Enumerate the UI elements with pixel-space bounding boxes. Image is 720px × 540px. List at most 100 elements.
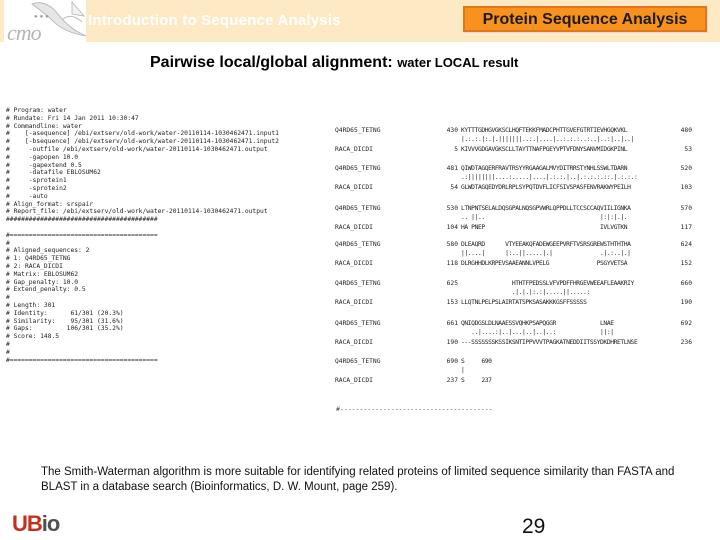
sequence-name: Q4RD65_TETNG bbox=[335, 280, 381, 287]
report-header-line: # 1: Q4RD65_TETNG bbox=[6, 255, 71, 263]
report-header-line: #======================================= bbox=[6, 231, 158, 239]
report-header-line: # -outfile /ebi/extserv/old-work/water-2… bbox=[6, 145, 268, 153]
match-line: .. ||.. |:|:|.|. bbox=[461, 214, 628, 221]
match-line: |.:.:.|:.|.|||||||..:.|....|..:.:.:..:..… bbox=[461, 136, 634, 143]
start-position: 153 bbox=[446, 299, 458, 306]
match-line: ||....| |:..||.....|.| .|.:..|.| bbox=[461, 250, 631, 257]
sequence-name: RACA_DICDI bbox=[335, 224, 373, 231]
report-header-line: # Align_format: srspair bbox=[6, 200, 94, 208]
report-header-line: # Gaps: 106/301 (35.2%) bbox=[6, 325, 124, 333]
sequence-name: RACA_DICDI bbox=[335, 299, 373, 306]
start-position: 104 bbox=[446, 224, 458, 231]
logo-text: cmo bbox=[7, 20, 42, 45]
start-position: 625 bbox=[446, 280, 458, 287]
sequence-name: RACA_DICDI bbox=[335, 184, 373, 191]
report-header: # Program: water # Rundate: Fri 14 Jan 20… bbox=[6, 107, 279, 364]
end-position: 660 bbox=[680, 280, 692, 287]
sequence-name: Q4RD65_TETNG bbox=[335, 320, 381, 327]
start-position: 118 bbox=[446, 260, 458, 267]
start-position: 481 bbox=[446, 165, 458, 172]
match-line: .|.|.|:.:|.....||.....: bbox=[461, 289, 590, 296]
report-header-line: # [-bsequence] /ebi/extserv/old-work/wat… bbox=[6, 138, 279, 146]
report-header-line: # bbox=[6, 340, 10, 348]
start-position: 530 bbox=[446, 205, 458, 212]
start-position: 237 bbox=[446, 377, 458, 384]
report-header-line: # bbox=[6, 239, 10, 247]
report-header-line: # -gapopen 10.0 bbox=[6, 153, 79, 161]
report-header-line: # Rundate: Fri 14 Jan 2011 10:30:47 bbox=[6, 114, 139, 122]
sequence-name: RACA_DICDI bbox=[335, 339, 373, 346]
sequence-segment: LTNPNTSELALDQSGPALNQSGPVWRLQPPDLLTCCSCCA… bbox=[461, 205, 631, 212]
sequence-segment: GLWDTAGQEDYDRLRPLSYPQTDVFLICFSIVSPASFENV… bbox=[461, 184, 631, 191]
report-header-line: # Length: 301 bbox=[6, 301, 56, 309]
start-position: 690 bbox=[446, 358, 458, 365]
report-header-line bbox=[6, 224, 279, 232]
report-header-line: # -auto bbox=[6, 192, 48, 200]
end-position: 692 bbox=[680, 320, 692, 327]
sequence-name: RACA_DICDI bbox=[335, 146, 373, 153]
end-position: 624 bbox=[680, 241, 692, 248]
sequence-segment: QNIQDGSLDLNAAESSVQHKPSAPQGGR LNAE bbox=[461, 320, 614, 327]
match-line: | bbox=[461, 367, 465, 374]
start-position: 54 bbox=[450, 184, 458, 191]
alignment-footer-line: #--------------------------------------- bbox=[336, 405, 493, 413]
report-header-line: # Identity: 61/301 (20.3%) bbox=[6, 309, 124, 317]
report-header-line: # Aligned_sequences: 2 bbox=[6, 247, 90, 255]
match-line: .:||||||||....:.....|....|.:.:.|..|.:.:.… bbox=[461, 174, 638, 181]
sequence-name: Q4RD65_TETNG bbox=[335, 241, 381, 248]
sequence-name: RACA_DICDI bbox=[335, 260, 373, 267]
sequence-name: Q4RD65_TETNG bbox=[335, 205, 381, 212]
sequence-segment: HA PNEP IVLVGTKN bbox=[461, 224, 628, 231]
report-header-line: # 2: RACA_DICDI bbox=[6, 262, 63, 270]
end-position: 152 bbox=[680, 260, 692, 267]
report-header-line: # Commandline: water bbox=[6, 122, 82, 130]
sequence-segment: QIWDTAGQERFRAVTRSYYRGAAGALMVYDITRRSTYNHL… bbox=[461, 165, 628, 172]
sequence-name: Q4RD65_TETNG bbox=[335, 127, 381, 134]
end-position: 190 bbox=[680, 299, 692, 306]
sequence-segment: HTHTFPEDSSLVFVPDFFHRGEVWEEAFLEAAKRIY bbox=[461, 280, 634, 287]
report-header-line: # -datafile EBLOSUM62 bbox=[6, 169, 101, 177]
report-header-line: ######################################## bbox=[6, 216, 158, 224]
sequence-segment: S 237 bbox=[461, 377, 492, 384]
report-header-line: # -gapextend 0.5 bbox=[6, 161, 82, 169]
report-header-line: #======================================= bbox=[6, 356, 158, 364]
caption-text: The Smith-Waterman algorithm is more sui… bbox=[41, 466, 675, 493]
sequence-name: Q4RD65_TETNG bbox=[335, 358, 381, 365]
ubio-logo-io: io bbox=[41, 511, 61, 536]
report-header-line: # Extend_penalty: 0.5 bbox=[6, 286, 86, 294]
end-position: 520 bbox=[680, 165, 692, 172]
end-position: 480 bbox=[680, 127, 692, 134]
report-header-line: # Report_file: /ebi/extserv/old-work/wat… bbox=[6, 208, 268, 216]
report-header-line: # -sprotein1 bbox=[6, 177, 67, 185]
start-position: 661 bbox=[446, 320, 458, 327]
start-position: 190 bbox=[446, 339, 458, 346]
start-position: 5 bbox=[454, 146, 458, 153]
report-header-line: # bbox=[6, 348, 10, 356]
sequence-segment: DLRGHHDLKRPEVSAAEANNLVPELG PSGYVETSA bbox=[461, 260, 628, 267]
report-header-line: # Gap_penalty: 10.0 bbox=[6, 278, 79, 286]
end-position: 570 bbox=[680, 205, 692, 212]
report-header-line: # -sprotein2 bbox=[6, 184, 67, 192]
start-position: 430 bbox=[446, 127, 458, 134]
start-position: 580 bbox=[446, 241, 458, 248]
report-header-line: # Score: 148.5 bbox=[6, 333, 60, 341]
cmo-logo: ●●● cmo bbox=[4, 0, 87, 45]
report-header-line: # Similarity: 95/301 (31.6%) bbox=[6, 317, 124, 325]
page-number: 29 bbox=[522, 515, 546, 538]
end-position: 236 bbox=[680, 339, 692, 346]
sequence-segment: KYTTTGDHGVGKSCLHQFTEKKFMADCPHTTGVEFGTRTI… bbox=[461, 127, 628, 134]
sequence-segment: S 690 bbox=[461, 358, 492, 365]
sequence-segment: LLQTNLPELPSLAIRTATSPKSASAKKKGSFFSSSSS bbox=[461, 299, 587, 306]
report-header-line: # [-asequence] /ebi/extserv/old-work/wat… bbox=[6, 130, 279, 138]
sequence-name: Q4RD65_TETNG bbox=[335, 165, 381, 172]
end-position: 117 bbox=[680, 224, 692, 231]
sequence-name: RACA_DICDI bbox=[335, 377, 373, 384]
report-header-line: # bbox=[6, 294, 10, 302]
report-header-line: # Matrix: EBLOSUM62 bbox=[6, 270, 79, 278]
end-position: 103 bbox=[680, 184, 692, 191]
end-position: 53 bbox=[684, 146, 692, 153]
sequence-segment: ---SSSSSSSKSSIKSNTIPPVVVTPAGKATNEDDIITSS… bbox=[461, 339, 638, 346]
match-line: ..|....:|..|...|..|..|..: ||:| bbox=[461, 329, 614, 336]
alignment-block: Q4RD65_TETNG 430 KYTTTGDHGVGKSCLHQFTEKKFMA… bbox=[335, 0, 705, 400]
ubio-logo: UBio bbox=[12, 511, 61, 537]
